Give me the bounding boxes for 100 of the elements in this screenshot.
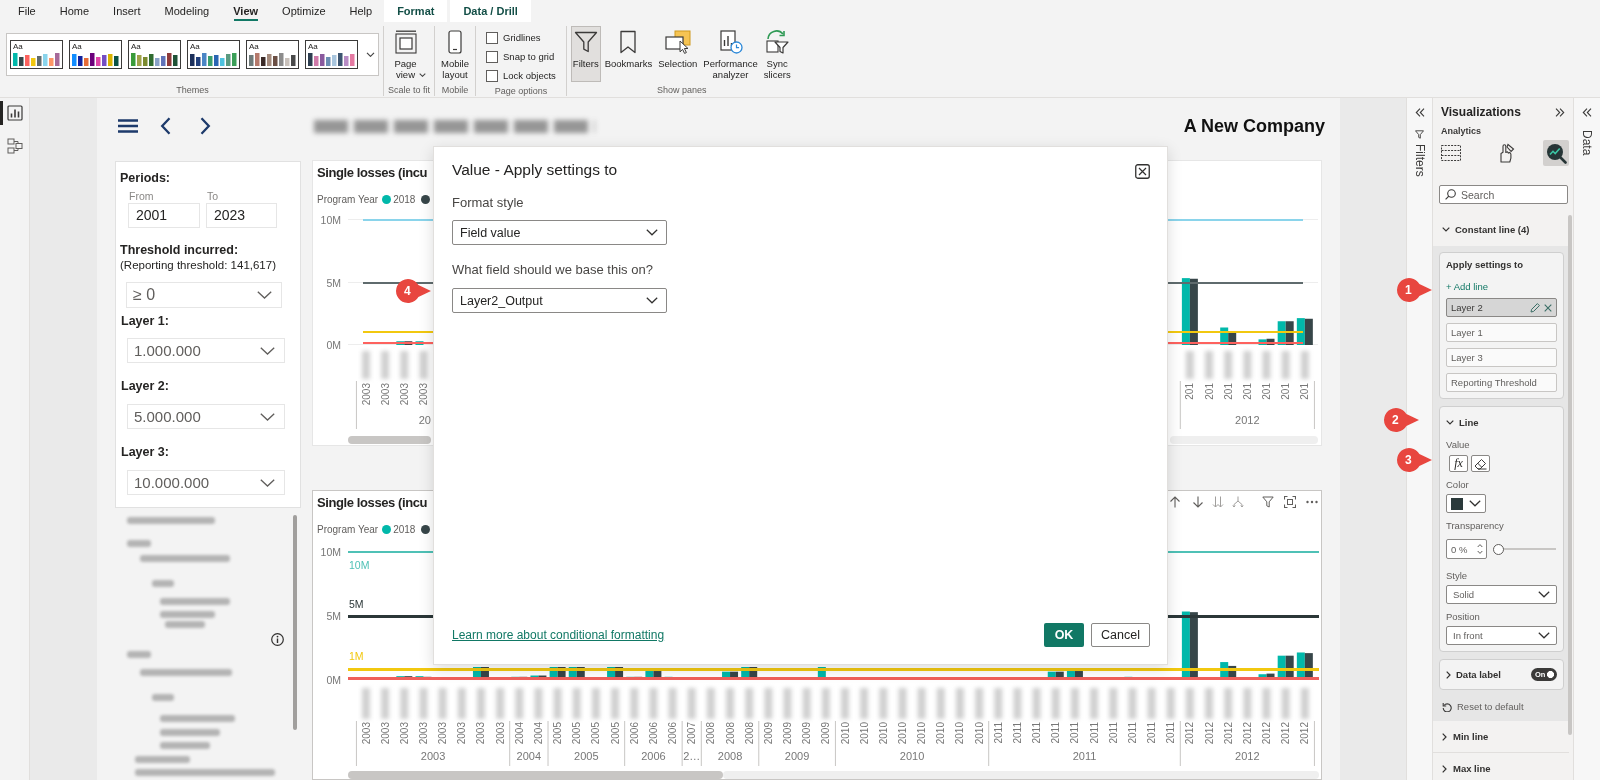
pane-title[interactable]: Data [1580,130,1594,156]
chevron-right-icon[interactable] [1446,670,1451,679]
list-item[interactable]: Layer 3 [1446,348,1557,367]
chevron-down-icon[interactable] [1446,419,1454,425]
ribbon-button[interactable]: Mobile layout [439,26,472,82]
menu-tab[interactable]: Optimize [270,0,338,22]
legend-label: 2018 [393,193,416,205]
section-title[interactable]: Constant line (4) [1455,223,1530,235]
fx-button[interactable]: fx [1449,455,1468,472]
chevron-right-icon[interactable] [1442,732,1447,741]
year-input[interactable]: 2001 [128,203,200,228]
pencil-icon[interactable] [1530,302,1540,313]
checkbox-label[interactable]: Gridlines [503,32,541,43]
focus-icon[interactable] [1284,496,1296,508]
double-chevron-left-icon[interactable] [1414,108,1425,117]
dropdown[interactable]: ≥ 0 [126,282,282,308]
chevron-down-icon[interactable] [1442,226,1450,232]
menu-tab[interactable]: Home [47,0,102,22]
axis-label: 2003 [494,722,506,745]
help-link[interactable]: Learn more about conditional formatting [452,628,665,642]
axis-label: 2005 [574,750,599,762]
ribbon-button[interactable]: Performance analyzer [701,26,760,82]
dropdown[interactable]: Layer2_Output [452,288,667,313]
clear-button[interactable] [1471,455,1490,472]
close-icon[interactable] [1135,164,1150,179]
year-input[interactable]: 2023 [206,203,277,228]
dropdown[interactable]: 1.000.000 [127,338,285,363]
filter-icon[interactable] [1262,496,1274,508]
spin-arrows-icon[interactable] [1477,543,1483,555]
chevron-right-icon[interactable] [200,117,211,135]
ribbon-button[interactable]: Sync slicers [761,26,793,82]
chevron-right-icon[interactable] [1442,764,1447,773]
checkbox-label[interactable]: Snap to grid [503,51,555,62]
x-icon[interactable] [1544,303,1552,312]
section-title[interactable]: Min line [1453,731,1489,742]
theme-swatch[interactable]: Aa [187,40,240,69]
menu-tab[interactable]: Modeling [152,0,222,22]
reset-icon[interactable] [1442,702,1452,712]
funnel-icon [1415,130,1424,139]
number-input[interactable]: 0 % [1446,539,1487,559]
cancel-button[interactable]: Cancel [1091,623,1150,647]
menu-tab[interactable]: File [6,0,48,22]
axis-label: 2005 [609,722,621,745]
checkbox-label[interactable]: Lock objects [503,70,556,81]
dropdown[interactable]: In front [1446,626,1557,645]
pane-tab[interactable] [1543,140,1569,166]
checkbox[interactable] [486,69,499,82]
menu-tab[interactable]: Data / Drill [450,0,531,22]
info-icon[interactable] [271,633,284,646]
theme-swatch[interactable]: Aa [246,40,299,69]
menu-icon[interactable] [118,119,138,133]
arrow-down-icon[interactable] [1192,496,1204,508]
color-bars-icon [308,52,355,66]
chevron-down-icon [646,229,658,236]
section-title[interactable]: Max line [1453,763,1491,774]
double-chevron-left-icon[interactable] [1582,108,1592,117]
pane-title[interactable]: Filters [1412,144,1427,177]
more-icon[interactable] [1306,500,1318,504]
ok-button[interactable]: OK [1044,623,1084,647]
dropdown[interactable]: 10.000.000 [127,470,285,495]
dropdown[interactable]: Solid [1446,585,1557,604]
theme-swatch[interactable]: Aa [10,40,63,69]
ribbon-button[interactable]: Selection [656,26,700,82]
checkbox[interactable] [486,50,499,63]
menu-tab[interactable]: Insert [101,0,153,22]
axis-label: 2012 [1235,414,1260,426]
ribbon-button[interactable]: Bookmarks [602,26,655,82]
chevron-down-icon [260,478,275,487]
theme-swatch[interactable]: Aa [69,40,122,69]
theme-swatch[interactable]: Aa [128,40,181,69]
add-line-link[interactable]: + Add line [1446,280,1488,294]
menu-tab[interactable]: Help [337,0,385,22]
double-arrow-down-icon[interactable] [1212,496,1224,508]
dropdown[interactable]: Field value [452,220,667,245]
scrollbar-thumb[interactable] [348,771,723,779]
list-item[interactable]: Layer 1 [1446,323,1557,342]
company-name: A New Company [1183,115,1325,137]
chevron-down-icon[interactable] [366,52,375,57]
hand-brush-icon [1497,143,1515,163]
double-chevron-right-icon[interactable] [1555,107,1565,117]
menu-tab[interactable]: Format [384,0,448,22]
checkbox[interactable] [486,31,499,44]
slider-thumb[interactable] [1493,543,1504,555]
arrow-up-icon[interactable] [1169,496,1181,508]
list-item[interactable]: Layer 2 [1446,298,1557,317]
reset-link[interactable]: Reset to default [1457,700,1524,714]
ribbon-button[interactable]: Filters [570,26,601,82]
card-title[interactable]: Line [1459,416,1479,428]
slicer-title: Periods: [120,170,171,186]
dropdown[interactable]: 5.000.000 [127,404,285,429]
chevron-left-icon[interactable] [160,117,171,135]
ribbon-button[interactable]: Page view [390,26,428,82]
search-field[interactable]: Search [1439,185,1568,204]
color-picker[interactable] [1446,494,1486,513]
theme-swatch[interactable]: Aa [305,40,358,69]
list-item[interactable]: Reporting Threshold [1446,373,1557,392]
field-label: Transparency [1446,519,1504,533]
card-title[interactable]: Data label [1456,669,1501,680]
scrollbar-thumb[interactable] [348,436,431,444]
scrollbar-thumb[interactable] [293,515,297,730]
